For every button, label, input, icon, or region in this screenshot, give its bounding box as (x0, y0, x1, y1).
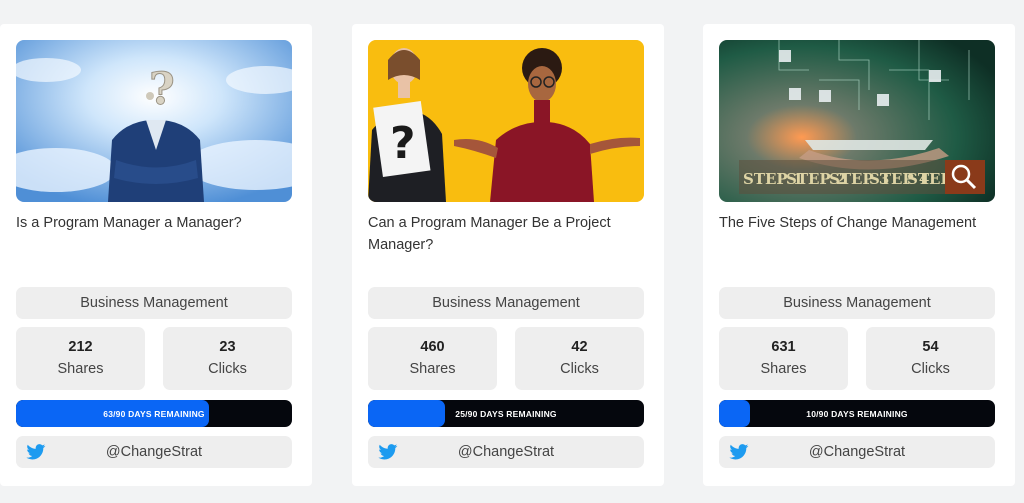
category-tag[interactable]: Business Management (16, 287, 292, 319)
twitter-handle-label: @ChangeStrat (808, 444, 906, 460)
clicks-label: Clicks (911, 361, 950, 377)
campaign-card[interactable]: ? Can a Program Manager Be a Project Man… (352, 24, 664, 486)
shares-label: Shares (409, 361, 456, 377)
clicks-count: 23 (219, 339, 236, 355)
twitter-handle-label: @ChangeStrat (457, 444, 555, 460)
twitter-handle[interactable]: @ChangeStrat (368, 436, 644, 468)
card-title[interactable]: The Five Steps of Change Management (719, 212, 999, 234)
days-remaining-progress: 63/90 DAYS REMAINING (16, 400, 292, 427)
question-head-image: ? (16, 40, 292, 202)
card-image[interactable]: STEP 1 STEP 2 STEP 3 STEP 4 STEP 5 (719, 40, 995, 202)
clicks-count: 42 (571, 339, 588, 355)
shares-label: Shares (760, 361, 807, 377)
twitter-handle-label: @ChangeStrat (105, 444, 203, 460)
twitter-handle[interactable]: @ChangeStrat (16, 436, 292, 468)
shares-label: Shares (57, 361, 104, 377)
shares-count: 212 (68, 339, 93, 355)
svg-text:?: ? (390, 118, 416, 169)
shares-count: 460 (420, 339, 445, 355)
shares-stat: 631 Shares (719, 327, 848, 390)
card-image[interactable]: ? (368, 40, 644, 202)
clicks-stat: 23 Clicks (163, 327, 292, 390)
five-steps-image: STEP 1 STEP 2 STEP 3 STEP 4 STEP 5 (719, 40, 995, 202)
campaign-card[interactable]: ? Is a Program Manager a Manager? Busine… (0, 24, 312, 486)
days-remaining-progress: 10/90 DAYS REMAINING (719, 400, 995, 427)
card-title[interactable]: Is a Program Manager a Manager? (16, 212, 296, 234)
campaign-card[interactable]: STEP 1 STEP 2 STEP 3 STEP 4 STEP 5 The F… (703, 24, 1015, 486)
shares-stat: 212 Shares (16, 327, 145, 390)
days-remaining-progress: 25/90 DAYS REMAINING (368, 400, 644, 427)
clicks-label: Clicks (560, 361, 599, 377)
women-question-image: ? (368, 40, 644, 202)
clicks-stat: 54 Clicks (866, 327, 995, 390)
days-remaining-label: 10/90 DAYS REMAINING (806, 408, 908, 419)
category-tag[interactable]: Business Management (719, 287, 995, 319)
card-image[interactable]: ? (16, 40, 292, 202)
clicks-count: 54 (922, 339, 939, 355)
card-title[interactable]: Can a Program Manager Be a Project Manag… (368, 212, 648, 256)
clicks-stat: 42 Clicks (515, 327, 644, 390)
days-remaining-label: 63/90 DAYS REMAINING (103, 408, 205, 419)
svg-text:?: ? (149, 64, 175, 115)
days-remaining-label: 25/90 DAYS REMAINING (455, 408, 557, 419)
shares-count: 631 (771, 339, 796, 355)
shares-stat: 460 Shares (368, 327, 497, 390)
category-tag[interactable]: Business Management (368, 287, 644, 319)
clicks-label: Clicks (208, 361, 247, 377)
twitter-handle[interactable]: @ChangeStrat (719, 436, 995, 468)
